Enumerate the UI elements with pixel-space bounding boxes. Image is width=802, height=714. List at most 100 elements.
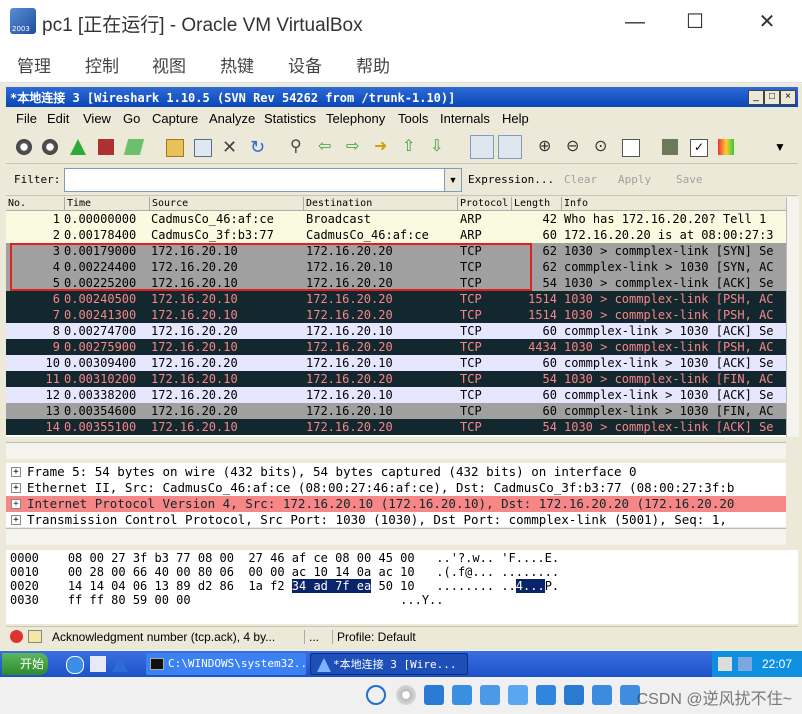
- menu-statistics[interactable]: Statistics: [264, 111, 316, 126]
- close-button[interactable]: ✕: [752, 10, 782, 34]
- go-to-packet-icon[interactable]: ➜: [374, 139, 390, 155]
- packet-row[interactable]: 2 0.00178400 CadmusCo_3f:b3:77 CadmusCo_46:…: [6, 227, 786, 243]
- ws-maximize-button[interactable]: □: [764, 90, 780, 105]
- go-back-icon[interactable]: ⇦: [318, 139, 334, 155]
- go-forward-icon[interactable]: ⇨: [346, 139, 362, 155]
- wireshark-quicklaunch-icon[interactable]: [112, 656, 128, 672]
- packet-row[interactable]: 10 0.00309400 172.16.20.20 172.16.20.10 TCP 6…: [6, 355, 786, 371]
- toolbar-overflow-icon[interactable]: ▼: [774, 139, 790, 155]
- taskbar-item-cmd[interactable]: C:\WINDOWS\system32...: [146, 653, 306, 675]
- packet-list[interactable]: No. Time Source Destination Protocol Len…: [6, 197, 786, 437]
- menu-hotkey[interactable]: 热键: [220, 52, 254, 77]
- packet-list-scrollbar[interactable]: [786, 197, 799, 437]
- find-packet-icon[interactable]: ⚲: [290, 139, 306, 155]
- col-source[interactable]: Source: [149, 197, 304, 210]
- col-destination[interactable]: Destination: [303, 197, 458, 210]
- menu-go[interactable]: Go: [123, 111, 140, 126]
- expression-button[interactable]: Expression...: [468, 173, 554, 186]
- packet-row[interactable]: 1 0.00000000 CadmusCo_46:af:ce Broadcast ARP…: [6, 211, 786, 227]
- normal-size-icon[interactable]: ⊙: [594, 139, 610, 155]
- interfaces-icon[interactable]: [16, 139, 32, 155]
- resize-columns-icon[interactable]: [622, 139, 640, 157]
- expand-icon[interactable]: +: [11, 515, 21, 525]
- packet-details[interactable]: + Frame 5: 54 bytes on wire (432 bits), 5…: [6, 463, 786, 527]
- packet-row[interactable]: 12 0.00338200 172.16.20.20 172.16.20.10 TCP 6…: [6, 387, 786, 403]
- packet-row[interactable]: 7 0.00241300 172.16.20.10 172.16.20.20 TCP 15…: [6, 307, 786, 323]
- menu-telephony[interactable]: Telephony: [326, 111, 385, 126]
- network-adapter-icon[interactable]: [452, 685, 472, 705]
- packet-row[interactable]: 8 0.00274700 172.16.20.20 172.16.20.10 TCP 60…: [6, 323, 786, 339]
- go-last-icon[interactable]: ⇩: [430, 139, 446, 155]
- col-protocol[interactable]: Protocol: [457, 197, 512, 210]
- status-profile[interactable]: Profile: Default: [332, 630, 416, 644]
- detail-tree-row[interactable]: + Transmission Control Protocol, Src Port…: [6, 512, 786, 527]
- display-icon[interactable]: [536, 685, 556, 705]
- save-file-icon[interactable]: [194, 139, 212, 157]
- packet-bytes[interactable]: 0000 08 00 27 3f b3 77 08 00 27 46 af ce…: [6, 550, 798, 624]
- filter-dropdown-icon[interactable]: ▼: [444, 168, 462, 192]
- detail-tree-row[interactable]: + Internet Protocol Version 4, Src: 172.1…: [6, 496, 786, 512]
- menu-help[interactable]: 帮助: [356, 52, 390, 77]
- col-info[interactable]: Info: [561, 197, 786, 210]
- menu-internals[interactable]: Internals: [440, 111, 490, 126]
- shared-folders-icon[interactable]: [508, 685, 528, 705]
- packet-row[interactable]: 9 0.00275900 172.16.20.10 172.16.20.20 TCP 44…: [6, 339, 786, 355]
- tray-app-icon[interactable]: [738, 657, 752, 671]
- menu-analyze[interactable]: Analyze: [209, 111, 255, 126]
- details-hscrollbar[interactable]: [6, 528, 786, 545]
- cpu-icon[interactable]: [592, 685, 612, 705]
- filter-input[interactable]: [64, 168, 446, 192]
- detail-tree-row[interactable]: + Frame 5: 54 bytes on wire (432 bits), 5…: [6, 464, 786, 480]
- clear-button[interactable]: Clear: [564, 173, 597, 186]
- options-icon[interactable]: [42, 139, 58, 155]
- col-length[interactable]: Length: [511, 197, 562, 210]
- ws-minimize-button[interactable]: _: [748, 90, 764, 105]
- restart-capture-icon[interactable]: [123, 139, 145, 155]
- menu-capture[interactable]: Capture: [152, 111, 198, 126]
- clock[interactable]: 22:07: [762, 657, 792, 671]
- open-file-icon[interactable]: [166, 139, 184, 157]
- close-file-icon[interactable]: ✕: [222, 138, 238, 156]
- recording-icon[interactable]: [564, 685, 584, 705]
- taskbar-item-wireshark[interactable]: *本地连接 3 [Wire...: [310, 653, 468, 675]
- colorize-icon[interactable]: [470, 135, 494, 159]
- expand-icon[interactable]: +: [11, 499, 21, 509]
- packet-row[interactable]: 14 0.00355100 172.16.20.10 172.16.20.20 TCP 5…: [6, 419, 786, 435]
- menu-view-ws[interactable]: View: [83, 111, 111, 126]
- auto-scroll-icon[interactable]: [498, 135, 522, 159]
- ie-icon[interactable]: [66, 656, 84, 674]
- col-time[interactable]: Time: [64, 197, 151, 210]
- capture-filters-icon[interactable]: [662, 139, 678, 155]
- zoom-out-icon[interactable]: ⊖: [566, 139, 582, 155]
- optical-drive-icon[interactable]: [396, 685, 416, 705]
- packet-list-hscrollbar[interactable]: [6, 442, 786, 459]
- zoom-in-icon[interactable]: ⊕: [538, 139, 554, 155]
- stop-capture-icon[interactable]: [98, 139, 114, 155]
- col-no[interactable]: No.: [6, 197, 65, 210]
- menu-view[interactable]: 视图: [152, 52, 186, 77]
- hard-disk-icon[interactable]: [366, 685, 386, 705]
- expand-icon[interactable]: +: [11, 467, 21, 477]
- usb-icon[interactable]: [480, 685, 500, 705]
- capture-comment-icon[interactable]: [28, 630, 42, 643]
- menu-control[interactable]: 控制: [85, 52, 119, 77]
- packet-row[interactable]: 13 0.00354600 172.16.20.20 172.16.20.10 TCP 6…: [6, 403, 786, 419]
- go-first-icon[interactable]: ⇧: [402, 139, 418, 155]
- menu-edit[interactable]: Edit: [47, 111, 69, 126]
- packet-row[interactable]: 11 0.00310200 172.16.20.10 172.16.20.20 TCP 5…: [6, 371, 786, 387]
- minimize-button[interactable]: —: [620, 10, 650, 34]
- audio-icon[interactable]: [424, 685, 444, 705]
- packet-row[interactable]: 6 0.00240500 172.16.20.10 172.16.20.20 TCP 15…: [6, 291, 786, 307]
- menu-tools[interactable]: Tools: [398, 111, 428, 126]
- expand-icon[interactable]: +: [11, 483, 21, 493]
- start-button[interactable]: 开始: [2, 653, 48, 675]
- menu-manage[interactable]: 管理: [17, 52, 51, 77]
- save-button[interactable]: Save: [676, 173, 703, 186]
- start-capture-icon[interactable]: [70, 139, 86, 155]
- maximize-button[interactable]: ☐: [680, 10, 710, 34]
- ws-close-button[interactable]: ×: [780, 90, 796, 105]
- menu-file[interactable]: File: [16, 111, 37, 126]
- menu-help-ws[interactable]: Help: [502, 111, 529, 126]
- display-filters-icon[interactable]: ✓: [690, 139, 708, 157]
- apply-button[interactable]: Apply: [618, 173, 651, 186]
